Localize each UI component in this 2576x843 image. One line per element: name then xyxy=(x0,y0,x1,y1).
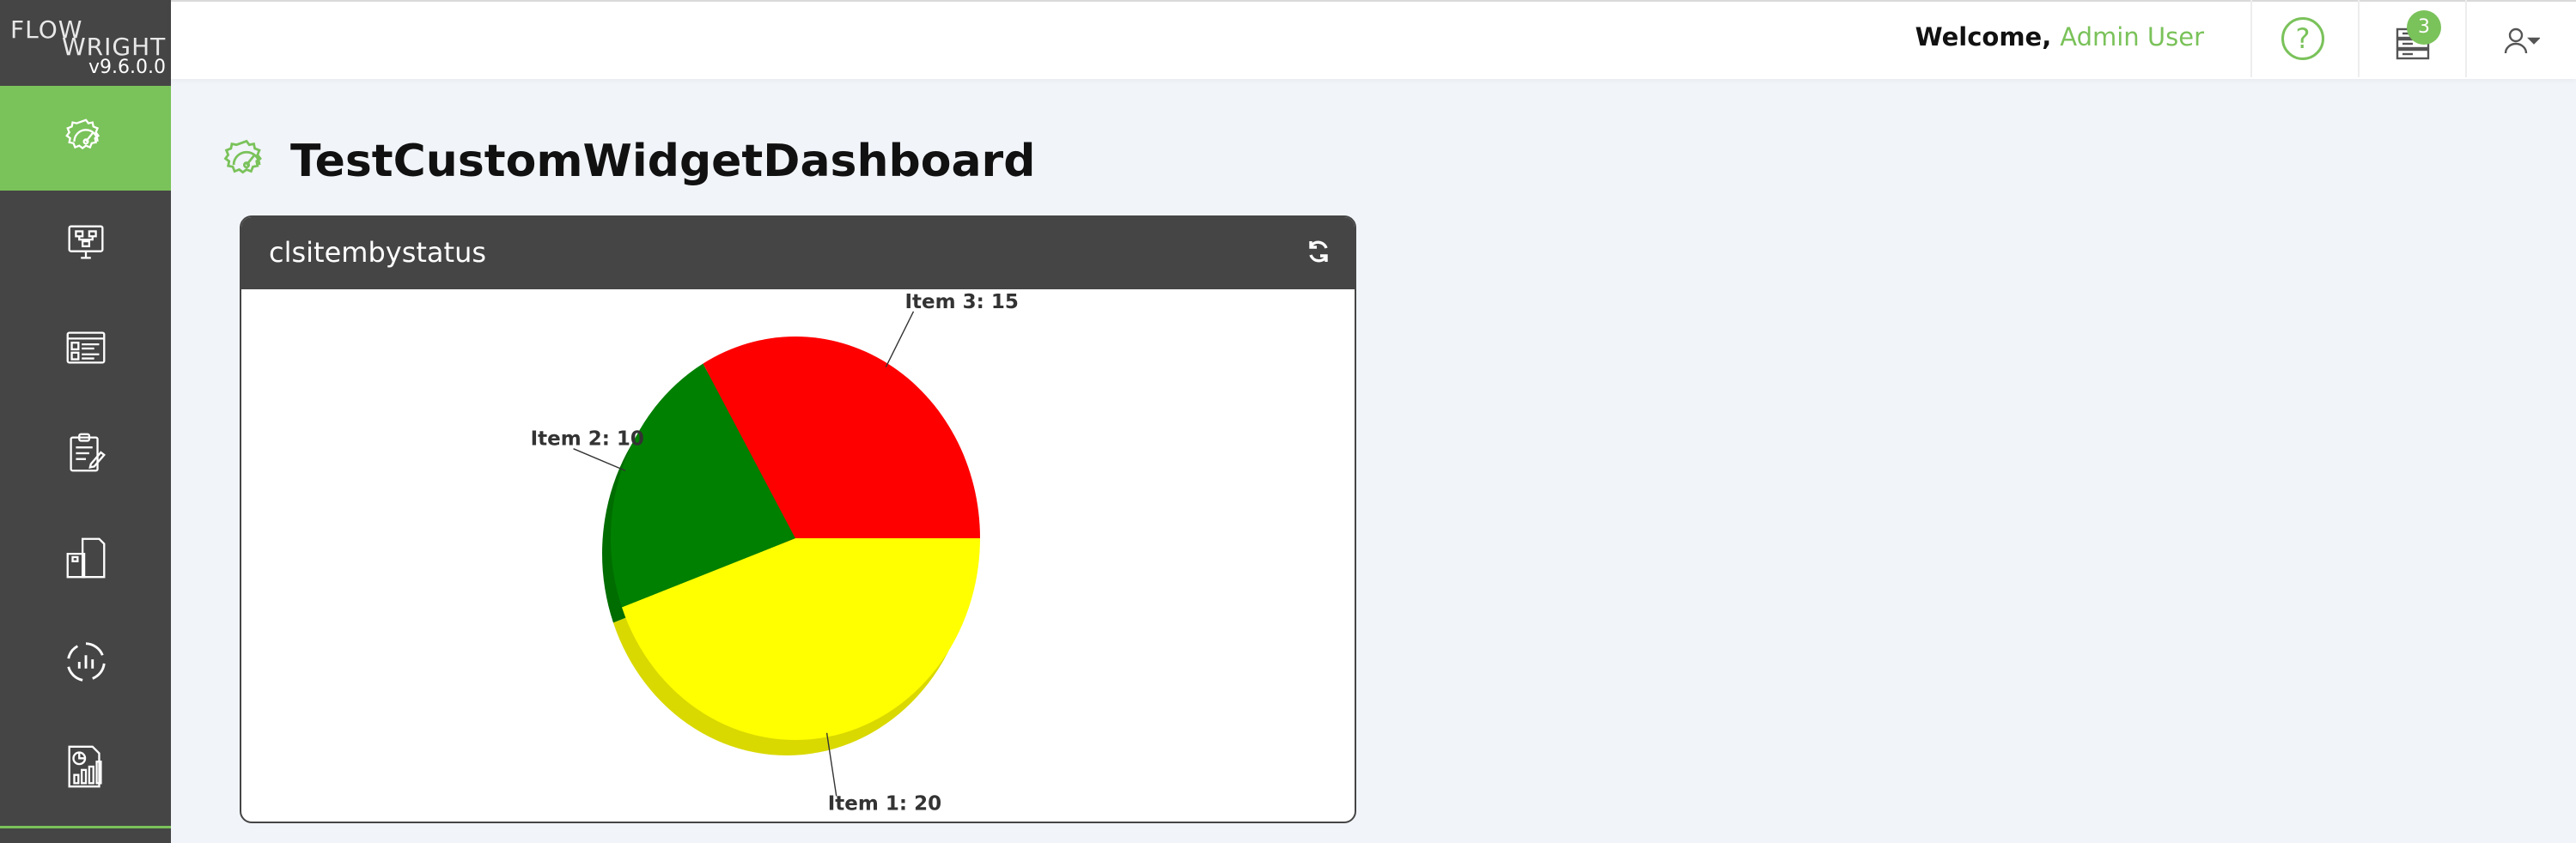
app-version: v9.6.0.0 xyxy=(88,57,166,78)
sidebar-item-reports[interactable] xyxy=(0,714,171,819)
pie-data-label-1: Item 1: 20 xyxy=(828,792,941,815)
app-logo[interactable]: FLOW WRIGHT v9.6.0.0 xyxy=(0,0,171,86)
sidebar-item-tasks[interactable] xyxy=(0,400,171,505)
sidebar-item-dashboards[interactable] xyxy=(0,86,171,191)
help-icon: ? xyxy=(2295,22,2311,55)
chart-area: Item 1: 20 Item 2: 10 Item 3: 15 xyxy=(241,289,1355,822)
documents-icon xyxy=(66,537,105,579)
chart-widget: clsitembystatus Item 1: 20 Item 2: 10 Item… xyxy=(240,215,1356,823)
pie-data-label-2: Item 2: 10 xyxy=(531,428,644,451)
pie-leader-line-2 xyxy=(573,448,626,471)
pie-chart: Item 1: 20 Item 2: 10 Item 3: 15 xyxy=(531,291,1019,816)
widget-title: clsitembystatus xyxy=(269,236,487,269)
refresh-icon[interactable] xyxy=(1305,238,1332,265)
widget-header: clsitembystatus xyxy=(241,217,1355,289)
workflow-monitor-icon xyxy=(68,225,103,259)
sidebar-item-analytics[interactable] xyxy=(0,610,171,714)
forms-icon xyxy=(66,331,105,364)
welcome-label: Welcome, xyxy=(1915,22,2052,52)
pie-data-label-3: Item 3: 15 xyxy=(905,291,1019,313)
dashboard-gauge-icon xyxy=(64,118,100,150)
dashboard-title-gauge-icon xyxy=(223,139,262,174)
welcome-message: Welcome, Admin User xyxy=(1915,22,2204,52)
sidebar-item-forms[interactable] xyxy=(0,295,171,400)
page-title: TestCustomWidgetDashboard xyxy=(290,136,1036,187)
user-menu-icon[interactable] xyxy=(2502,24,2540,58)
sidebar: FLOW WRIGHT v9.6.0.0 xyxy=(0,0,171,843)
user-name-link[interactable]: Admin User xyxy=(2060,22,2204,52)
pie-leader-line-3 xyxy=(885,311,915,367)
header-divider xyxy=(2358,0,2360,77)
top-header xyxy=(171,0,2576,79)
sidebar-item-workflows[interactable] xyxy=(0,191,171,295)
reports-icon xyxy=(68,745,102,788)
header-divider xyxy=(2465,0,2467,77)
sidebar-item-documents[interactable] xyxy=(0,505,171,610)
tasks-clipboard-icon xyxy=(69,433,106,472)
analytics-cycle-icon xyxy=(66,642,106,682)
sidebar-accent-line xyxy=(0,826,171,828)
notification-count-badge: 3 xyxy=(2407,10,2441,45)
help-button[interactable]: ? xyxy=(2281,17,2324,60)
header-divider xyxy=(2250,0,2252,77)
